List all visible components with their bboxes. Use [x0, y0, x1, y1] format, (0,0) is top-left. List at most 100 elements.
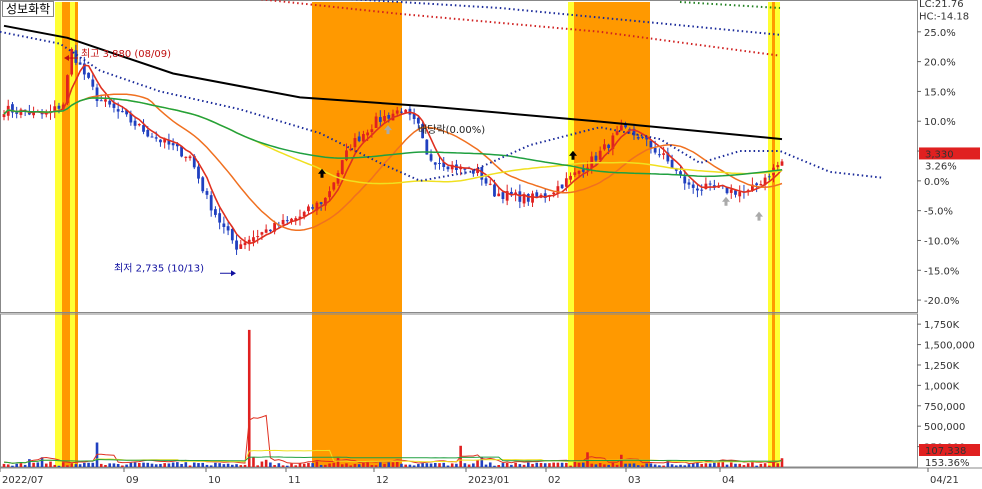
volume-bar [290, 463, 293, 467]
volume-bar [116, 464, 120, 467]
volume-bar [421, 463, 424, 467]
volume-bar [226, 463, 230, 467]
volume-bar [484, 464, 488, 467]
volume-bar [759, 463, 763, 467]
volume-bar [395, 461, 399, 467]
candle-body [311, 207, 315, 209]
price-axis-tick: -20.0% [924, 296, 959, 307]
volume-bar [653, 464, 657, 467]
volume-bar [332, 462, 336, 467]
volume-bar [729, 462, 733, 467]
volume-bar [154, 464, 158, 467]
volume-bar [307, 462, 310, 467]
volume-bar [717, 462, 720, 467]
volume-bar [607, 464, 610, 467]
volume-bar [44, 463, 48, 467]
volume-bar [49, 461, 52, 467]
candle-body [383, 115, 386, 122]
candle-body [569, 175, 572, 180]
volume-bar [700, 463, 703, 467]
stock-chart[interactable]: 25.0%20.0%15.0%10.0%5.0%0.0%-5.0%-10.0%-… [0, 0, 982, 489]
highlight-stripe-4 [775, 2, 780, 467]
candle-body [429, 154, 433, 161]
volume-bar [679, 464, 682, 467]
candle-body [687, 182, 691, 185]
volume-bar [713, 462, 716, 467]
volume-bar [543, 463, 547, 467]
volume-bar [632, 463, 636, 467]
candle-body [560, 184, 564, 189]
candle-body [776, 165, 780, 168]
candle-body [116, 109, 120, 112]
volume-bar [742, 465, 746, 467]
volume-bar [336, 457, 340, 467]
candle-body [87, 72, 90, 78]
volume-bar [768, 465, 771, 467]
candle-body [598, 150, 602, 160]
price-axis-tick: 25.0% [924, 28, 956, 39]
volume-bar [404, 464, 407, 467]
candle-body [197, 166, 200, 179]
volume-bar [112, 463, 116, 467]
candle-body [636, 137, 640, 139]
candle-body [264, 229, 268, 233]
candle-body [120, 111, 124, 113]
volume-bar [412, 465, 416, 467]
price-axis-tick: 15.0% [924, 87, 956, 98]
volume-bar [222, 464, 226, 467]
volume-bar [497, 465, 501, 467]
volume-bar [125, 464, 128, 467]
x-axis-tick: 03 [628, 475, 641, 486]
volume-bar [590, 463, 594, 467]
volume-bar [620, 454, 623, 467]
candle-body [243, 242, 247, 246]
candle-body [281, 219, 285, 225]
candle-body [133, 120, 137, 126]
volume-bar [429, 463, 433, 467]
candle-body [700, 189, 704, 191]
volume-bar [387, 462, 391, 467]
volume-bar [281, 465, 285, 467]
volume-bar [438, 463, 441, 467]
volume-bar [197, 463, 200, 467]
volume-bar [535, 462, 539, 467]
volume-bar [252, 457, 255, 467]
volume-bar [598, 463, 602, 467]
volume-bar [615, 464, 619, 467]
candle-body [670, 160, 674, 169]
chart-window: 25.0%20.0%15.0%10.0%5.0%0.0%-5.0%-10.0%-… [0, 0, 982, 489]
candle-body [239, 244, 243, 249]
candle-body [767, 176, 771, 178]
candle-body [759, 183, 763, 186]
volume-bar [70, 463, 73, 467]
volume-bar [374, 465, 378, 467]
volume-bar [66, 465, 69, 467]
candle-body [218, 213, 222, 223]
volume-bar [527, 462, 530, 467]
volume-bar [176, 462, 179, 467]
volume-bar [539, 462, 543, 467]
volume-bar [311, 463, 314, 467]
volume-bar [514, 462, 517, 467]
candle-body [581, 169, 585, 172]
volume-bar [666, 460, 670, 467]
volume-bar [417, 464, 420, 467]
volume-bar [180, 463, 183, 467]
volume-bar [87, 462, 90, 467]
volume-bar [383, 463, 386, 467]
candle-body [357, 136, 361, 142]
candle-body [366, 132, 370, 136]
candle-body [493, 184, 496, 197]
volume-bar [247, 329, 251, 467]
volume-bar [108, 463, 112, 467]
volume-bar [649, 463, 653, 467]
candle-body [531, 193, 534, 203]
volume-bar [36, 462, 40, 467]
candle-body [679, 171, 682, 175]
candle-body [159, 139, 162, 143]
candle-body [142, 125, 145, 132]
volume-bar [691, 463, 695, 467]
volume-bar [362, 462, 365, 467]
candle-body [222, 223, 226, 227]
volume-bar [171, 462, 175, 467]
